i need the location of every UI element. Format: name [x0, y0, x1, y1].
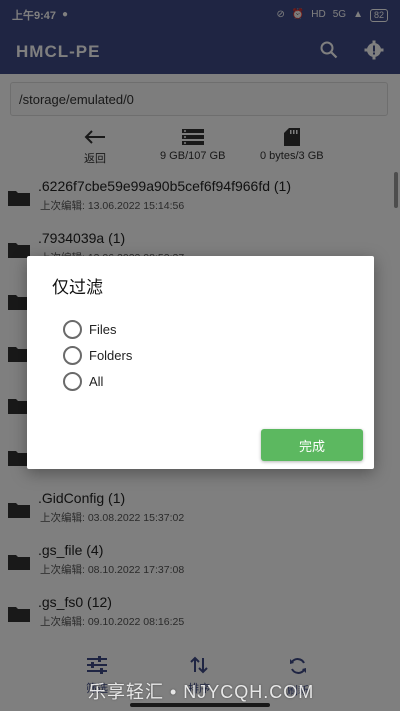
option-files[interactable]: Files	[63, 320, 116, 339]
filter-dialog: 仅过滤 Files Folders All 完成	[27, 256, 374, 469]
option-label: Files	[89, 322, 117, 337]
radio-button[interactable]	[63, 346, 82, 365]
option-label: All	[89, 374, 104, 389]
option-folders[interactable]: Folders	[63, 346, 132, 365]
watermark: 乐享轻汇 • NJYCQH.COM	[88, 682, 315, 702]
option-label: Folders	[89, 348, 133, 363]
dialog-title: 仅过滤	[52, 278, 103, 297]
option-all[interactable]: All	[63, 372, 103, 391]
radio-button[interactable]	[63, 320, 82, 339]
radio-button[interactable]	[63, 372, 82, 391]
done-button[interactable]: 完成	[261, 429, 363, 461]
